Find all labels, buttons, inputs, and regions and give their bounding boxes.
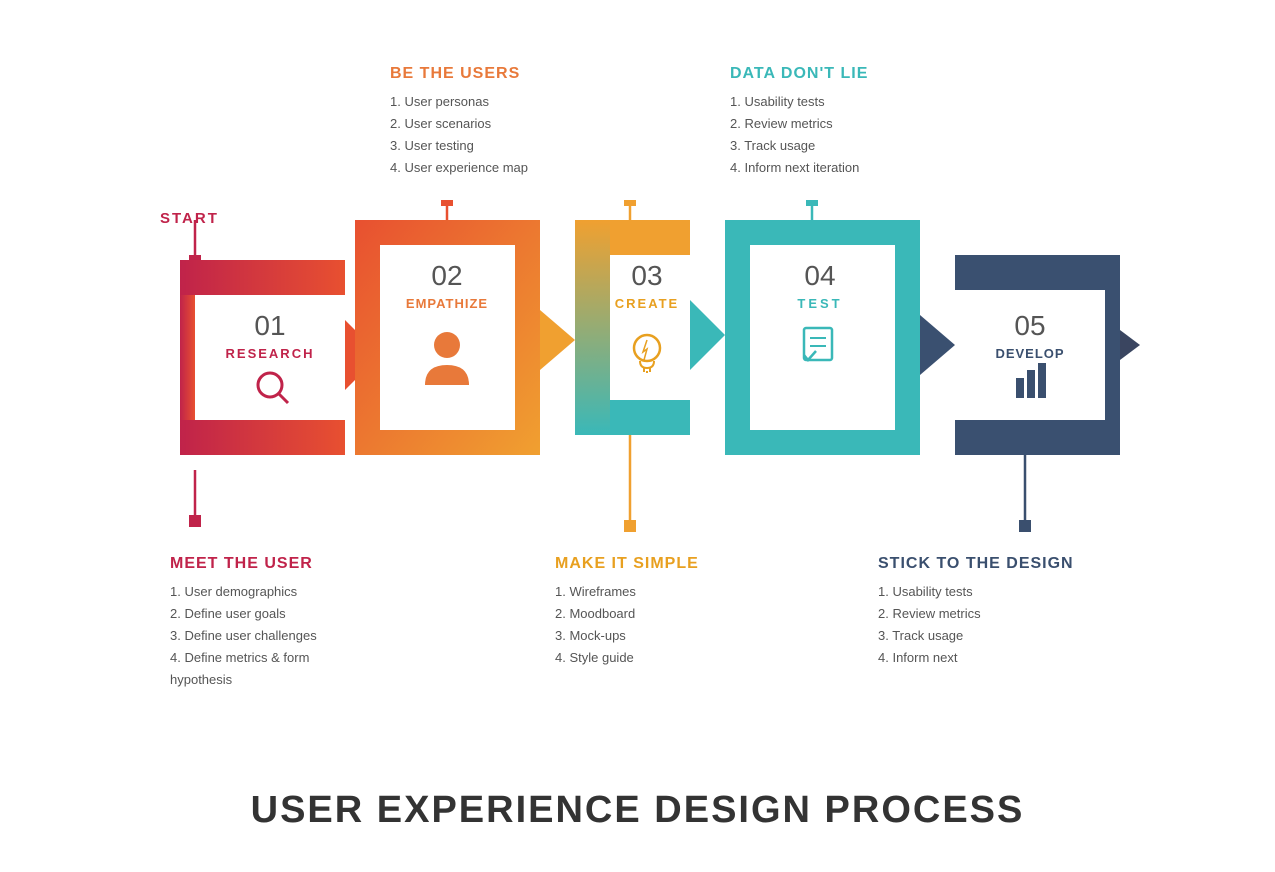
list-item: 1. Wireframes [555, 581, 699, 603]
empathize-top-title: BE THE USERS [390, 65, 528, 83]
list-item: 4. Inform next [878, 647, 1074, 669]
list-item: 3. Track usage [730, 135, 868, 157]
test-top-title: DATA DON'T LIE [730, 65, 868, 83]
list-item: 1. Usability tests [878, 581, 1074, 603]
diagram-svg: 01 RESEARCH 02 EMPATHIZE 03 CREATE [140, 200, 1140, 550]
svg-text:DEVELOP: DEVELOP [995, 346, 1064, 361]
list-item: 2. Define user goals [170, 603, 317, 625]
svg-text:04: 04 [804, 260, 835, 291]
list-item: 3. Define user challenges [170, 625, 317, 647]
research-bottom-title: MEET THE USER [170, 555, 317, 573]
empathize-top-list: 1. User personas 2. User scenarios 3. Us… [390, 91, 528, 179]
develop-bottom-list: 1. Usability tests 2. Review metrics 3. … [878, 581, 1074, 669]
list-item: 4. Inform next iteration [730, 157, 868, 179]
list-item: 2. Moodboard [555, 603, 699, 625]
list-item: 2. Review metrics [730, 113, 868, 135]
create-bottom-list: 1. Wireframes 2. Moodboard 3. Mock-ups 4… [555, 581, 699, 669]
list-item: 1. User demographics [170, 581, 317, 603]
svg-text:EMPATHIZE: EMPATHIZE [406, 296, 488, 311]
list-item: 4. Style guide [555, 647, 699, 669]
list-item: 1. Usability tests [730, 91, 868, 113]
list-item: 3. Mock-ups [555, 625, 699, 647]
page-title: USER EXPERIENCE DESIGN PROCESS [0, 789, 1275, 832]
svg-text:TEST: TEST [797, 296, 842, 311]
create-bottom-title: MAKE IT SIMPLE [555, 555, 699, 573]
list-item: 2. User scenarios [390, 113, 528, 135]
list-item: 3. Track usage [878, 625, 1074, 647]
list-item: 3. User testing [390, 135, 528, 157]
main-container: BE THE USERS 1. User personas 2. User sc… [0, 0, 1275, 872]
list-item: 4. Define metrics & formhypothesis [170, 647, 317, 691]
svg-text:02: 02 [431, 260, 462, 291]
list-item: 4. User experience map [390, 157, 528, 179]
svg-text:05: 05 [1014, 310, 1045, 341]
bottom-label-create: MAKE IT SIMPLE 1. Wireframes 2. Moodboar… [555, 555, 699, 669]
svg-text:RESEARCH: RESEARCH [226, 346, 315, 361]
list-item: 2. Review metrics [878, 603, 1074, 625]
top-label-empathize: BE THE USERS 1. User personas 2. User sc… [390, 65, 528, 179]
svg-text:01: 01 [254, 310, 285, 341]
research-bottom-list: 1. User demographics 2. Define user goal… [170, 581, 317, 691]
top-label-test: DATA DON'T LIE 1. Usability tests 2. Rev… [730, 65, 868, 179]
test-top-list: 1. Usability tests 2. Review metrics 3. … [730, 91, 868, 179]
svg-text:CREATE: CREATE [615, 296, 679, 311]
bottom-label-develop: STICK TO THE DESIGN 1. Usability tests 2… [878, 555, 1074, 669]
bottom-label-research: MEET THE USER 1. User demographics 2. De… [170, 555, 317, 691]
list-item: 1. User personas [390, 91, 528, 113]
develop-bottom-title: STICK TO THE DESIGN [878, 555, 1074, 573]
svg-text:03: 03 [631, 260, 662, 291]
